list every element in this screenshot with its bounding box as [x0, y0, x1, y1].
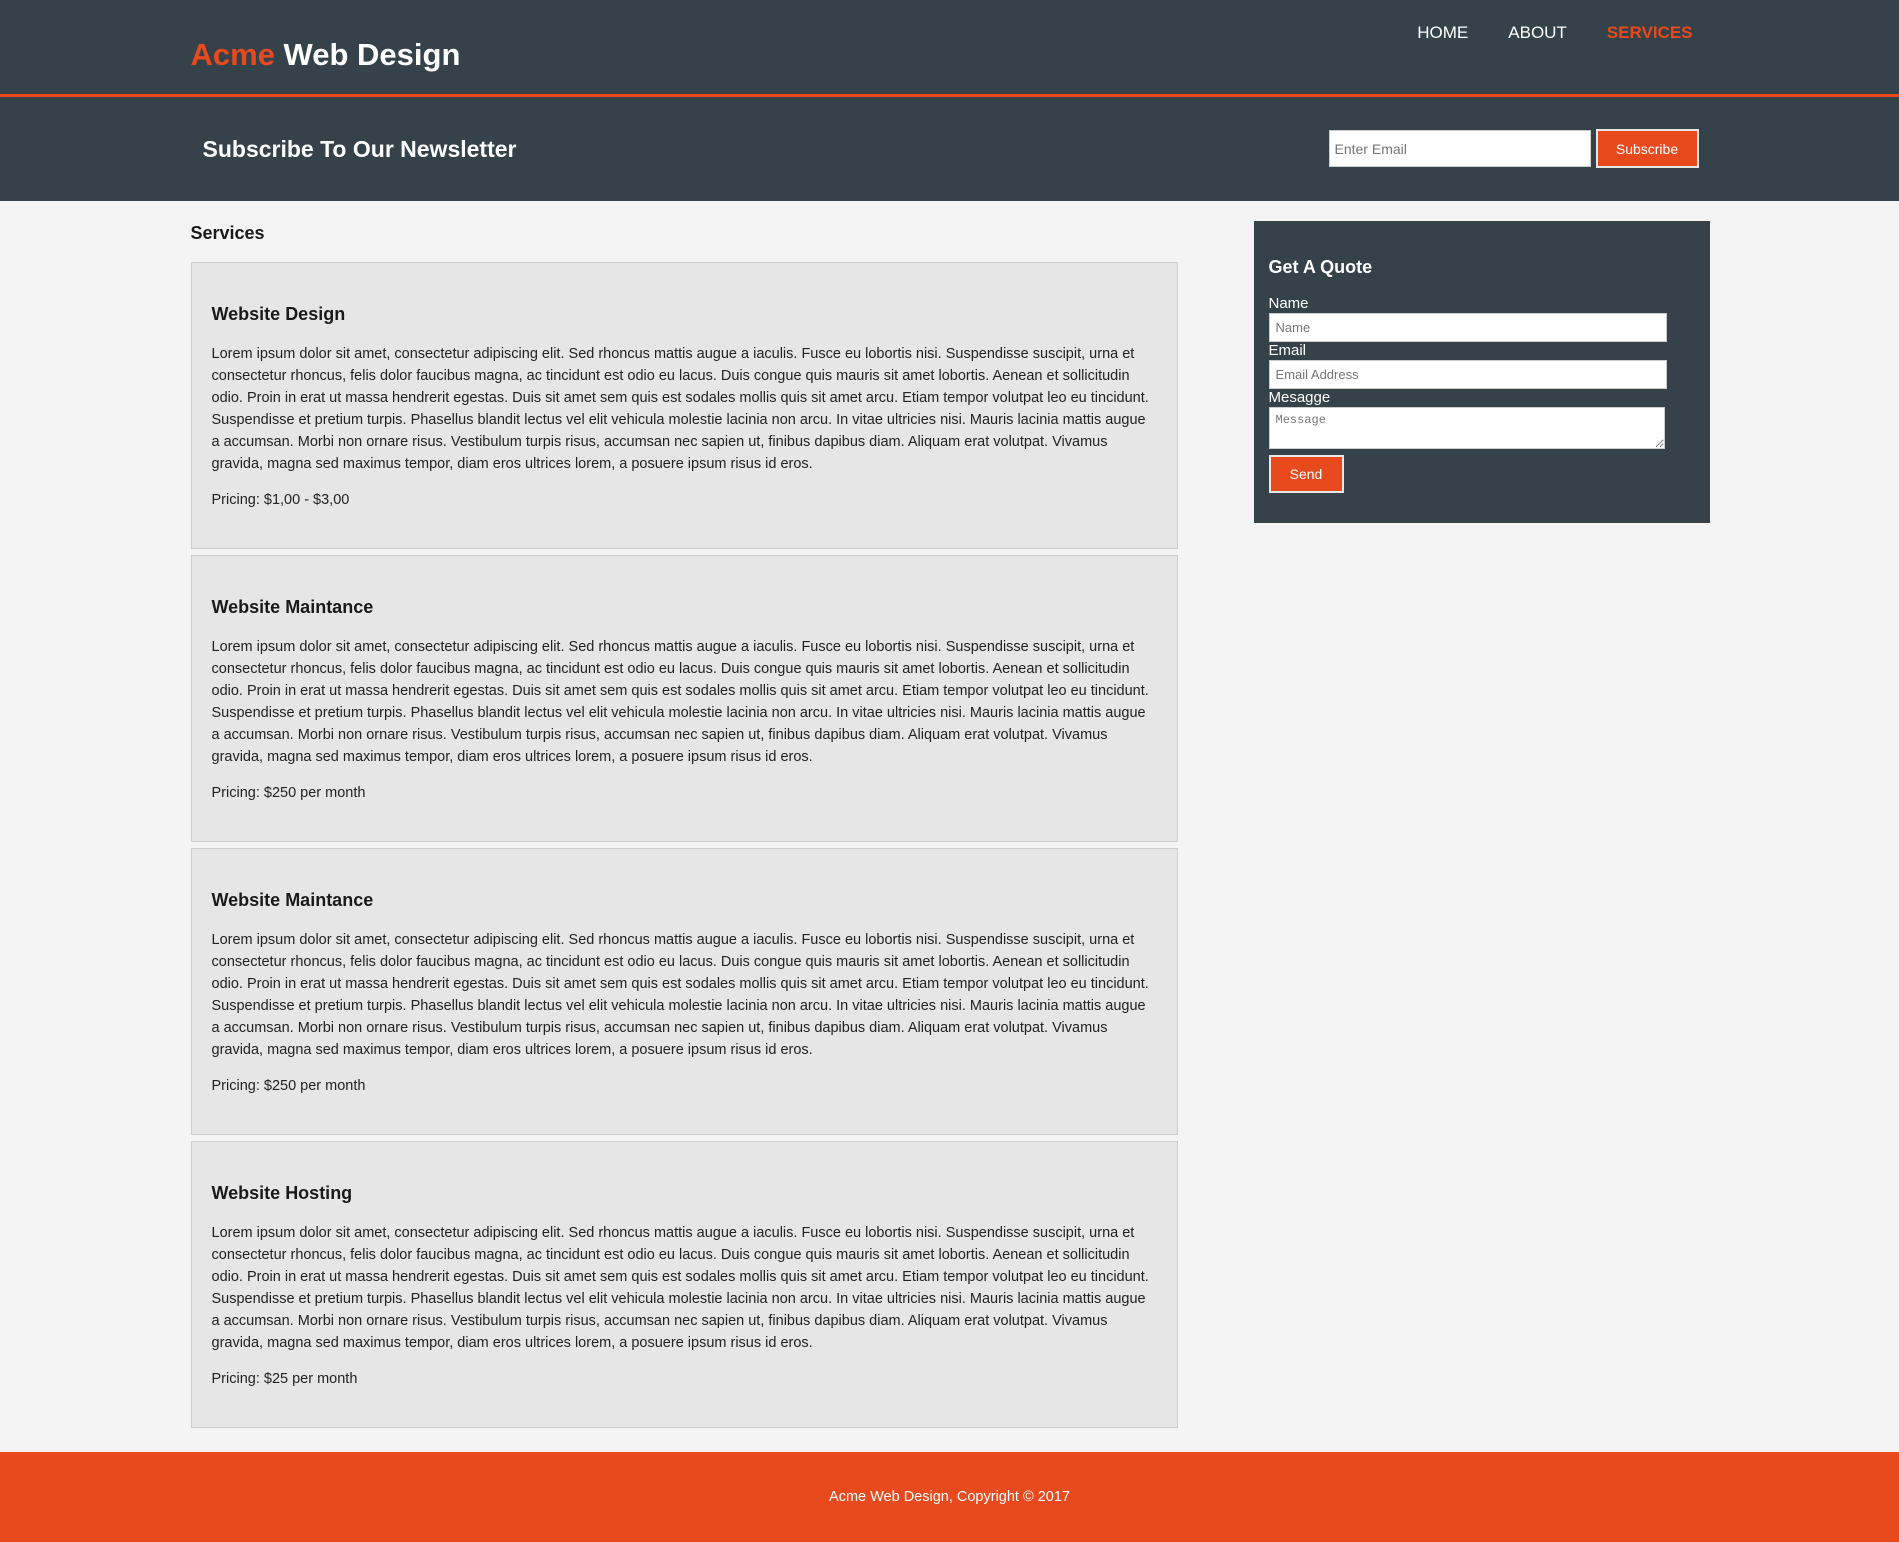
service-card-website-design: Website Design Lorem ipsum dolor sit ame…: [190, 262, 1178, 549]
service-title: Website Maintance: [211, 597, 374, 617]
service-title: Website Design: [211, 304, 346, 324]
service-pricing: Pricing: $1,00 - $3,00: [211, 492, 350, 508]
email-label: Email: [1268, 342, 1307, 359]
service-card-website-maintance: Website Maintance Lorem ipsum dolor sit …: [190, 555, 1178, 842]
message-textarea[interactable]: [1268, 407, 1665, 449]
nav-services[interactable]: SERVICES: [1607, 23, 1693, 43]
logo-text: Web Design: [274, 37, 461, 72]
site-logo[interactable]: Acme Web Design: [191, 36, 461, 74]
service-title: Website Hosting: [211, 1183, 353, 1203]
service-pricing: Pricing: $250 per month: [211, 785, 366, 801]
service-list: Website Design Lorem ipsum dolor sit ame…: [190, 262, 1178, 1434]
services-title: Services: [190, 223, 265, 243]
email-input[interactable]: [1268, 360, 1667, 389]
nav-home[interactable]: HOME: [1417, 23, 1468, 43]
quote-title: Get A Quote: [1268, 257, 1373, 277]
service-description: Lorem ipsum dolor sit amet, consectetur …: [211, 639, 1149, 765]
service-description: Lorem ipsum dolor sit amet, consectetur …: [211, 346, 1149, 472]
service-title: Website Maintance: [211, 890, 374, 910]
newsletter-section: Subscribe To Our Newsletter Subscribe: [0, 97, 1899, 201]
service-card-website-maintance-2: Website Maintance Lorem ipsum dolor sit …: [190, 848, 1178, 1135]
service-pricing: Pricing: $250 per month: [211, 1078, 366, 1094]
logo-highlight: Acme: [190, 37, 275, 72]
subscribe-button[interactable]: Subscribe: [1595, 129, 1699, 168]
service-description: Lorem ipsum dolor sit amet, consectetur …: [211, 932, 1149, 1058]
service-description: Lorem ipsum dolor sit amet, consectetur …: [211, 1225, 1149, 1351]
quote-form: Name Email Mesagge Send: [1268, 295, 1695, 493]
newsletter-email-input[interactable]: [1328, 130, 1591, 167]
service-card-website-hosting: Website Hosting Lorem ipsum dolor sit am…: [190, 1141, 1178, 1428]
main-nav: HOME ABOUT SERVICES: [1417, 23, 1692, 43]
site-footer: Acme Web Design, Copyright © 2017: [0, 1452, 1899, 1542]
send-button[interactable]: Send: [1268, 455, 1344, 493]
main-content: Services Website Design Lorem ipsum dolo…: [0, 201, 1899, 1450]
site-header: Acme Web Design HOME ABOUT SERVICES: [0, 0, 1899, 97]
newsletter-title: Subscribe To Our Newsletter: [202, 136, 517, 162]
name-input[interactable]: [1268, 313, 1667, 342]
name-label: Name: [1268, 295, 1309, 312]
nav-about[interactable]: ABOUT: [1508, 23, 1567, 43]
message-label: Mesagge: [1268, 389, 1331, 406]
quote-sidebar: Get A Quote Name Email Mesagge Send: [1253, 221, 1710, 523]
service-pricing: Pricing: $25 per month: [211, 1371, 358, 1387]
footer-copyright: Acme Web Design, Copyright © 2017: [829, 1489, 1070, 1505]
